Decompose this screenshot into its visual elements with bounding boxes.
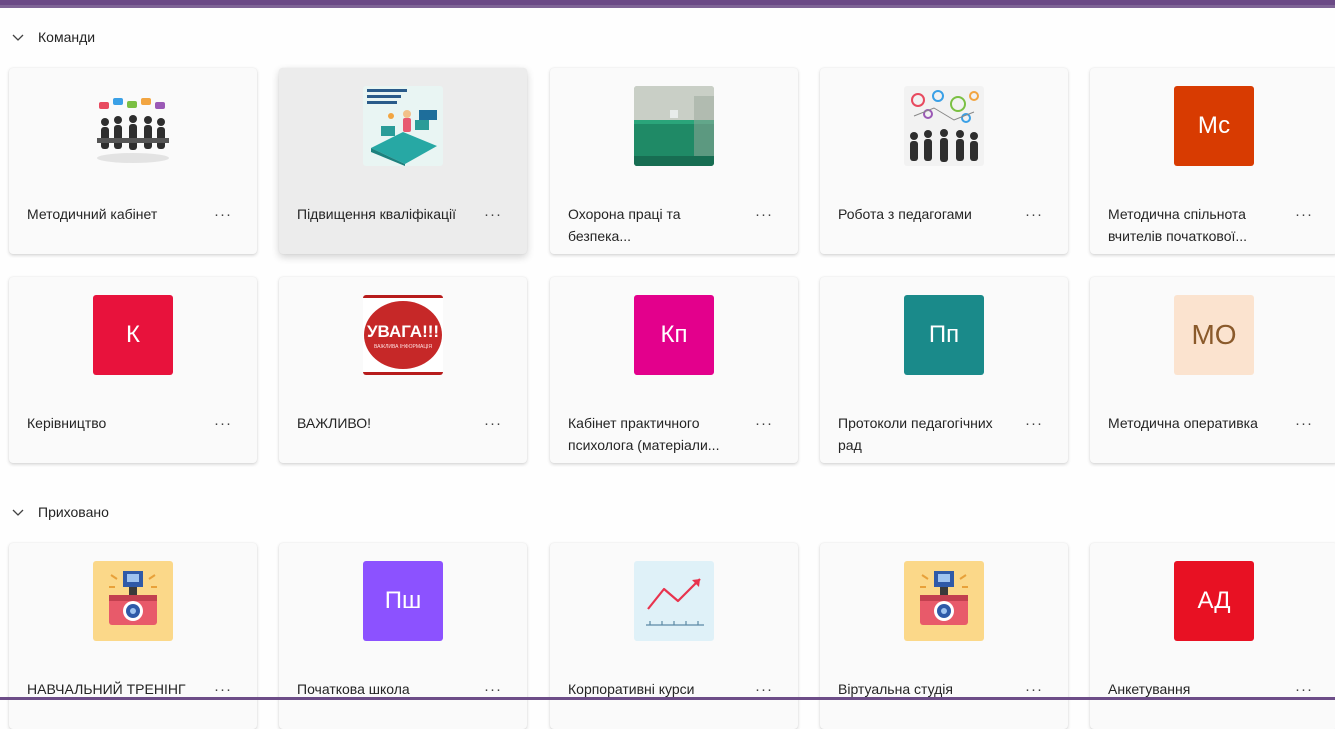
more-options-button[interactable]: ··· (750, 416, 778, 432)
people-meeting-photo (93, 86, 173, 166)
team-name: Протоколи педагогічних рад (838, 415, 993, 453)
more-options-button[interactable]: ··· (750, 682, 778, 698)
hidden-section-header[interactable]: Приховано (11, 501, 109, 523)
team-name: Методична оперативка (1108, 415, 1258, 431)
more-options-button[interactable]: ··· (479, 416, 507, 432)
team-initials: МО (1191, 319, 1237, 350)
team-card[interactable]: Охорона праці та безпека... ··· (550, 68, 798, 254)
team-name: Кабінет практичного психолога (матеріали… (568, 415, 720, 453)
team-card[interactable]: МО Методична оперативка ··· (1090, 277, 1335, 463)
app-top-bar (0, 0, 1335, 8)
classroom-illustration (363, 86, 443, 166)
team-name: Охорона праці та безпека... (568, 206, 681, 244)
more-options-button[interactable]: ··· (1290, 416, 1318, 432)
badge-title: УВАГА!!! (367, 322, 439, 341)
team-initials: АД (1197, 587, 1231, 614)
more-options-button[interactable]: ··· (1290, 207, 1318, 223)
more-options-button[interactable]: ··· (1290, 682, 1318, 698)
team-card[interactable]: Корпоративні курси ··· (550, 543, 798, 729)
team-card[interactable]: НАВЧАЛЬНИЙ ТРЕНІНГ ··· (9, 543, 257, 729)
more-options-button[interactable]: ··· (479, 207, 507, 223)
team-initials-avatar: Пп (904, 295, 984, 375)
more-options-button[interactable]: ··· (1020, 682, 1048, 698)
section-title: Приховано (38, 504, 109, 520)
team-name: Підвищення кваліфікації (297, 206, 457, 222)
team-name: Робота з педагогами (838, 206, 972, 222)
chevron-down-icon (12, 509, 24, 516)
section-title: Команди (38, 29, 96, 45)
team-card[interactable]: Пш Початкова школа ··· (279, 543, 527, 729)
team-card[interactable]: Методичний кабінет ··· (9, 68, 257, 254)
team-card[interactable]: Віртуальна студія ··· (820, 543, 1068, 729)
attention-badge: УВАГА!!! ВАЖЛИВА ІНФОРМАЦІЯ (363, 295, 443, 375)
team-initials: Пп (928, 321, 960, 348)
team-initials-avatar: Кп (634, 295, 714, 375)
team-initials-avatar: Мс (1174, 86, 1254, 166)
more-options-button[interactable]: ··· (750, 207, 778, 223)
team-name: ВАЖЛИВО! (297, 415, 372, 431)
chevron-down-icon (12, 34, 24, 41)
team-initials-avatar: АД (1174, 561, 1254, 641)
more-options-button[interactable]: ··· (209, 682, 237, 698)
team-initials-avatar: МО (1174, 295, 1254, 375)
camera-icon (93, 561, 173, 641)
teams-section-header[interactable]: Команди (11, 26, 95, 48)
team-card[interactable]: Кп Кабінет практичного психолога (матері… (550, 277, 798, 463)
team-card[interactable]: АД Анкетування ··· (1090, 543, 1335, 729)
team-card[interactable]: К Керівництво ··· (9, 277, 257, 463)
team-initials-avatar: Пш (363, 561, 443, 641)
green-room-photo (634, 86, 714, 166)
team-card[interactable]: Мс Методична спільнота вчителів початков… (1090, 68, 1335, 254)
team-name: Методична спільнота вчителів початкової.… (1108, 206, 1248, 244)
team-initials-avatar: К (93, 295, 173, 375)
team-initials: Мс (1197, 112, 1231, 139)
teamwork-gears-photo (904, 86, 984, 166)
camera-icon (904, 561, 984, 641)
badge-subtitle: ВАЖЛИВА ІНФОРМАЦІЯ (374, 344, 432, 350)
more-options-button[interactable]: ··· (479, 682, 507, 698)
team-initials: Кп (660, 321, 688, 348)
team-name: Методичний кабінет (27, 206, 158, 222)
trend-chart-icon (634, 561, 714, 641)
team-initials: К (126, 321, 140, 348)
team-card[interactable]: Робота з педагогами ··· (820, 68, 1068, 254)
more-options-button[interactable]: ··· (209, 416, 237, 432)
team-card[interactable]: Пп Протоколи педагогічних рад ··· (820, 277, 1068, 463)
team-initials: Пш (384, 587, 422, 614)
team-card[interactable]: Підвищення кваліфікації ··· (279, 68, 527, 254)
team-name: Керівництво (27, 415, 107, 431)
more-options-button[interactable]: ··· (209, 207, 237, 223)
more-options-button[interactable]: ··· (1020, 207, 1048, 223)
team-card[interactable]: УВАГА!!! ВАЖЛИВА ІНФОРМАЦІЯ ВАЖЛИВО! ··· (279, 277, 527, 463)
more-options-button[interactable]: ··· (1020, 416, 1048, 432)
